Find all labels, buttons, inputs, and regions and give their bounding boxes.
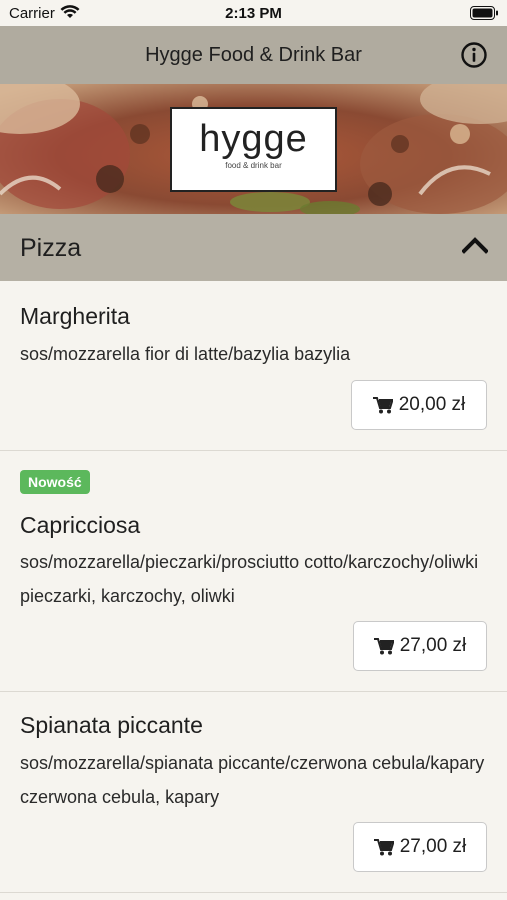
status-bar: Carrier 2:13 PM [0, 0, 507, 26]
cart-icon [373, 637, 394, 654]
item-description: sos/mozzarella fior di latte/bazylia baz… [20, 344, 351, 364]
logo-word: hygge [199, 118, 308, 160]
chevron-up-icon[interactable] [462, 236, 488, 254]
cart-icon [372, 396, 393, 413]
hero-banner: hygge food & drink bar [0, 84, 507, 214]
new-badge: Nowość [20, 470, 90, 494]
item-name: Margherita [20, 303, 130, 329]
add-to-cart-button[interactable]: 27,00 zł [353, 822, 487, 872]
menu-item: Nowość Capricciosa sos/mozzarella/piecza… [0, 451, 507, 692]
item-name: Spianata piccante [20, 712, 203, 738]
category-header[interactable]: Pizza [0, 214, 507, 281]
price-label: 27,00 zł [399, 836, 467, 857]
add-to-cart-button[interactable]: 27,00 zł [353, 621, 487, 671]
price-label: 20,00 zł [398, 394, 466, 415]
item-name: Capricciosa [20, 512, 141, 538]
nav-bar: Hygge Food & Drink Bar [0, 26, 507, 84]
status-time: 2:13 PM [225, 5, 282, 22]
nav-title: Hygge Food & Drink Bar [145, 44, 362, 66]
price-label: 27,00 zł [399, 635, 467, 656]
item-description: sos/mozzarella/spianata piccante/czerwon… [20, 753, 485, 807]
cart-icon [373, 838, 394, 855]
logo-subtitle: food & drink bar [225, 161, 282, 170]
menu-item: Margherita sos/mozzarella fior di latte/… [0, 281, 507, 451]
menu-item: Spianata piccante sos/mozzarella/spianat… [0, 692, 507, 893]
item-description: sos/mozzarella/pieczarki/prosciutto cott… [20, 552, 479, 606]
info-icon[interactable] [459, 40, 489, 70]
logo: hygge food & drink bar [170, 107, 337, 192]
battery-icon [470, 6, 498, 20]
category-title: Pizza [20, 234, 82, 262]
add-to-cart-button[interactable]: 20,00 zł [351, 380, 487, 430]
